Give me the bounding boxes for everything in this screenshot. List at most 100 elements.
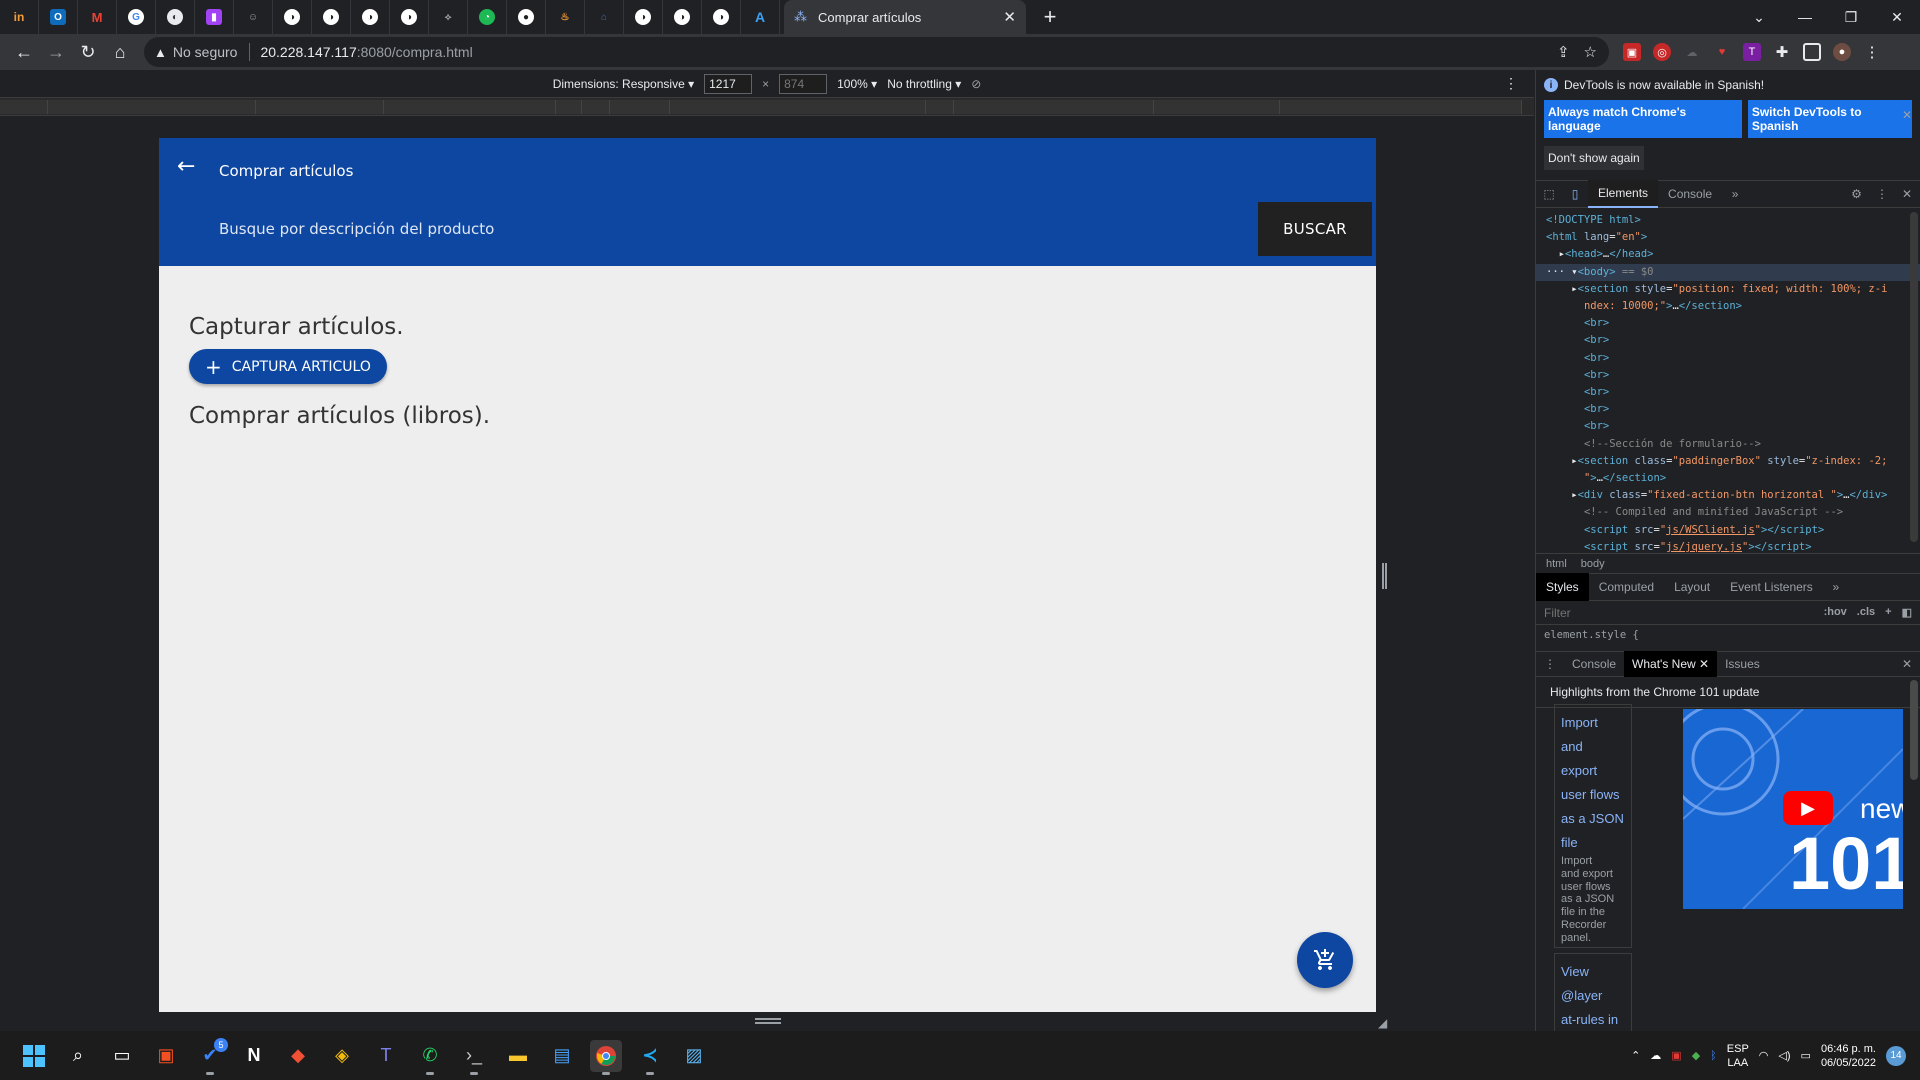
vscode-icon[interactable]: ≺ bbox=[634, 1040, 666, 1075]
drawer-tab-whats-new[interactable]: What's New ✕ bbox=[1624, 651, 1718, 677]
dom-node[interactable]: <br> bbox=[1546, 384, 1920, 401]
pinned-tab[interactable]: ◑ bbox=[663, 0, 702, 34]
tab-styles[interactable]: Styles bbox=[1536, 573, 1589, 601]
filter-input[interactable] bbox=[1544, 605, 1694, 620]
tray-app-icon[interactable]: ▣ bbox=[1671, 1049, 1681, 1062]
notion-icon[interactable]: N bbox=[238, 1040, 270, 1072]
switch-language-button[interactable]: Switch DevTools to Spanish bbox=[1747, 100, 1912, 138]
inspect-icon[interactable]: ⬚ bbox=[1536, 187, 1562, 201]
search-button[interactable]: BUSCAR bbox=[1258, 202, 1372, 256]
more-tabs-icon[interactable]: » bbox=[1722, 187, 1748, 201]
youtube-play-icon[interactable]: ▶ bbox=[1783, 791, 1833, 825]
extension-icon[interactable]: T bbox=[1743, 43, 1761, 61]
back-button[interactable]: ← bbox=[8, 36, 40, 68]
volume-icon[interactable]: ◁) bbox=[1778, 1049, 1790, 1062]
warning-icon[interactable]: ▲ bbox=[154, 45, 167, 60]
notification-badge[interactable]: 14 bbox=[1886, 1045, 1906, 1066]
dom-scrollbar[interactable] bbox=[1910, 212, 1918, 542]
pinned-tab[interactable]: O bbox=[39, 0, 78, 34]
drawer-tab-console[interactable]: Console bbox=[1564, 651, 1624, 677]
dom-node[interactable]: <br> bbox=[1546, 418, 1920, 435]
photos-icon[interactable]: ▨ bbox=[678, 1040, 710, 1072]
dom-node[interactable]: <!--Sección de formulario--> bbox=[1546, 436, 1920, 453]
binance-icon[interactable]: ◈ bbox=[326, 1040, 358, 1072]
tab-computed[interactable]: Computed bbox=[1589, 573, 1664, 601]
extension-icon[interactable]: ♥ bbox=[1713, 43, 1731, 61]
whats-new-video[interactable]: ▶ new 101 bbox=[1683, 709, 1903, 909]
extension-icon[interactable]: ▣ bbox=[1623, 43, 1641, 61]
card-title-line[interactable]: and bbox=[1561, 735, 1625, 759]
defender-icon[interactable]: ◆ bbox=[1692, 1049, 1700, 1062]
git-icon[interactable]: ◆ bbox=[282, 1040, 314, 1072]
new-tab-button[interactable]: + bbox=[1036, 3, 1064, 31]
pinned-tab[interactable]: G bbox=[117, 0, 156, 34]
more-tabs-icon[interactable]: » bbox=[1823, 580, 1849, 594]
close-tab-icon[interactable]: ✕ bbox=[1699, 657, 1709, 671]
zoom-dropdown[interactable]: 100% ▾ bbox=[837, 77, 877, 91]
resize-handle-right[interactable] bbox=[1382, 563, 1387, 589]
extension-icon[interactable]: ☁ bbox=[1683, 43, 1701, 61]
resize-handle-bottom[interactable] bbox=[755, 1018, 781, 1024]
devtools-menu-icon[interactable]: ⋮ bbox=[1876, 187, 1888, 201]
whatsapp-icon[interactable]: ✆ bbox=[414, 1040, 446, 1075]
dom-node[interactable]: <br> bbox=[1546, 315, 1920, 332]
bookmark-star-icon[interactable]: ☆ bbox=[1584, 43, 1597, 61]
avatar[interactable]: ● bbox=[1833, 43, 1851, 61]
card-title-line[interactable]: Import bbox=[1561, 711, 1625, 735]
tab-search-icon[interactable]: ⌄ bbox=[1736, 0, 1782, 34]
device-menu-icon[interactable]: ⋮ bbox=[1504, 75, 1518, 92]
pinned-tab[interactable]: ☺ bbox=[234, 0, 273, 34]
security-label[interactable]: No seguro bbox=[173, 44, 238, 60]
close-infobar-icon[interactable]: ✕ bbox=[1902, 108, 1912, 122]
pinned-tab[interactable]: ⟡ bbox=[429, 0, 468, 34]
new-rule-icon[interactable]: + bbox=[1885, 606, 1891, 619]
clock[interactable]: 06:46 p. m. 06/05/2022 bbox=[1821, 1042, 1876, 1070]
dom-node[interactable]: <!DOCTYPE html> bbox=[1546, 212, 1920, 229]
arrow-back-icon[interactable]: ← bbox=[177, 154, 195, 179]
media-query-bar[interactable] bbox=[0, 98, 1534, 116]
dom-tree[interactable]: <!DOCTYPE html> <html lang="en"> ▸<head>… bbox=[1536, 208, 1920, 553]
element-style-rule[interactable]: element.style { bbox=[1536, 625, 1920, 651]
battery-icon[interactable]: ▭ bbox=[1801, 1049, 1811, 1062]
dom-node[interactable]: ndex: 10000;">…</section> bbox=[1546, 298, 1920, 315]
search-input[interactable] bbox=[219, 220, 1019, 238]
share-icon[interactable]: ⇪ bbox=[1557, 43, 1570, 61]
breadcrumb-html[interactable]: html bbox=[1546, 558, 1567, 570]
home-button[interactable]: ⌂ bbox=[104, 36, 136, 68]
search-icon[interactable]: ⌕ bbox=[62, 1040, 94, 1072]
dom-node[interactable]: <br> bbox=[1546, 367, 1920, 384]
dom-node[interactable]: ">…</section> bbox=[1546, 470, 1920, 487]
resize-handle-corner[interactable]: ◢ bbox=[1378, 1016, 1387, 1030]
card-title-line[interactable]: as a JSON bbox=[1561, 807, 1625, 831]
file-explorer-icon[interactable]: ▬ bbox=[502, 1040, 534, 1072]
dimensions-dropdown[interactable]: Dimensions: Responsive ▾ bbox=[553, 77, 694, 91]
pinned-tab[interactable]: ▮ bbox=[195, 0, 234, 34]
close-window-button[interactable]: ✕ bbox=[1874, 0, 1920, 34]
language-indicator[interactable]: ESP LAA bbox=[1727, 1042, 1749, 1070]
dom-node[interactable]: ▸<div class="fixed-action-btn horizontal… bbox=[1546, 487, 1920, 504]
dont-show-again-button[interactable]: Don't show again bbox=[1544, 146, 1644, 170]
dom-node[interactable]: <br> bbox=[1546, 401, 1920, 418]
reload-button[interactable]: ↻ bbox=[72, 36, 104, 68]
dom-node-selected[interactable]: ··· ▾<body> == $0 bbox=[1536, 263, 1920, 281]
chrome-icon[interactable] bbox=[590, 1039, 622, 1075]
card-title-line[interactable]: export bbox=[1561, 759, 1625, 783]
active-tab[interactable]: ⁂ Comprar artículos ✕ bbox=[784, 0, 1026, 34]
dom-node[interactable]: ▸<section class="paddingerBox" style="z-… bbox=[1546, 453, 1920, 470]
minimize-button[interactable]: — bbox=[1782, 0, 1828, 34]
pinned-tab[interactable]: ◑ bbox=[702, 0, 741, 34]
dom-node[interactable]: <br> bbox=[1546, 332, 1920, 349]
restore-button[interactable]: ❐ bbox=[1828, 0, 1874, 34]
tab-console[interactable]: Console bbox=[1658, 180, 1722, 208]
width-input[interactable]: 1217 bbox=[704, 73, 753, 94]
drawer-scrollbar[interactable] bbox=[1910, 680, 1918, 780]
wifi-icon[interactable]: ◠ bbox=[1759, 1049, 1769, 1062]
pinned-tab[interactable]: A bbox=[741, 0, 780, 34]
pinned-tab[interactable]: ◐ bbox=[156, 0, 195, 34]
drawer-menu-icon[interactable]: ⋮ bbox=[1536, 651, 1564, 677]
forward-button[interactable]: → bbox=[40, 36, 72, 68]
card-title-line[interactable]: file bbox=[1561, 831, 1625, 855]
breadcrumb-body[interactable]: body bbox=[1581, 558, 1605, 570]
pinned-tab[interactable]: ◑ bbox=[624, 0, 663, 34]
height-input[interactable]: 874 bbox=[779, 73, 828, 94]
